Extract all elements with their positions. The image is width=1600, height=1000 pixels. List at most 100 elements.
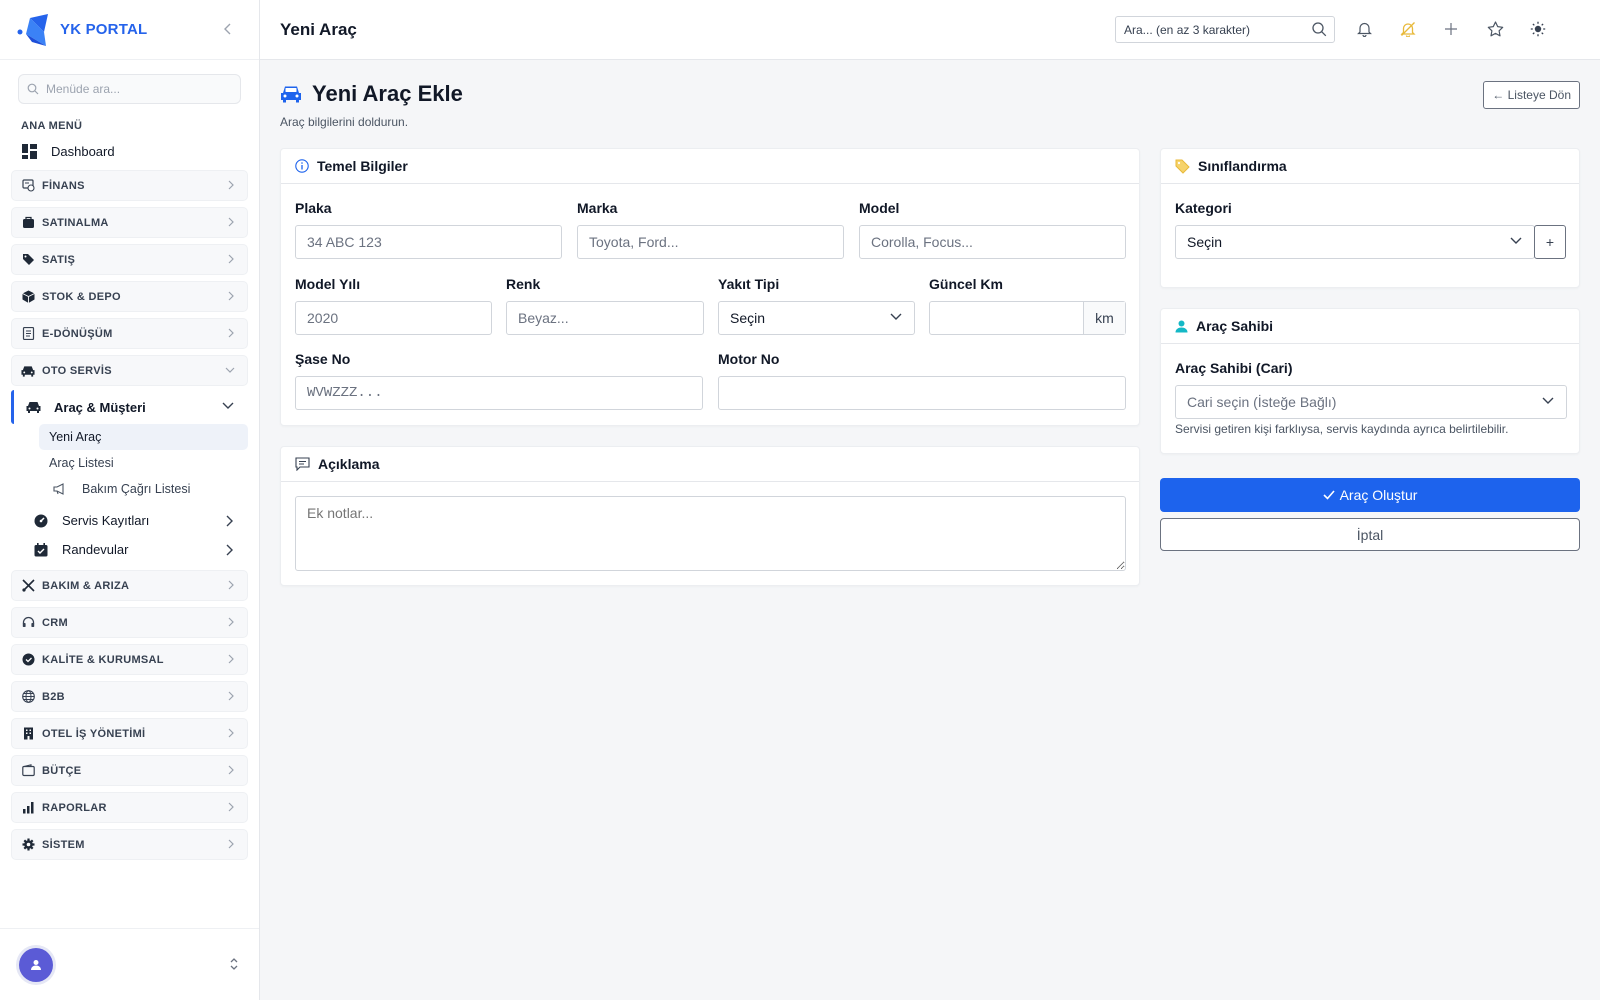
plaka-label: Plaka xyxy=(295,200,332,216)
sidebar-group-bütçe[interactable]: BÜTÇE xyxy=(11,755,248,786)
sidebar-collapse-button[interactable] xyxy=(219,20,237,38)
marka-input[interactable]: Toyota, Ford... xyxy=(577,225,844,259)
sidebar-item-label: Servis Kayıtları xyxy=(62,513,150,528)
sidebar-group-label: B2B xyxy=(42,690,65,703)
create-vehicle-label: Araç Oluştur xyxy=(1339,487,1418,503)
sidebar-group-kali-te-kurumsal[interactable]: KALİTE & KURUMSAL xyxy=(11,644,248,675)
sidebar-group-satiş[interactable]: SATIŞ xyxy=(11,244,248,275)
arac-sahibi-select[interactable]: Cari seçin (İsteğe Bağlı) xyxy=(1175,385,1567,419)
chevron-down-icon xyxy=(1510,237,1522,244)
content: Yeni Araç Ekle ← Listeye Dön Araç bilgil… xyxy=(260,60,1600,1000)
sidebar-item-label: Araç & Müşteri xyxy=(54,399,146,415)
sidebar-group-label: FİNANS xyxy=(42,179,85,192)
info-icon xyxy=(295,159,309,173)
plus-icon[interactable] xyxy=(1441,19,1461,39)
chevron-right-icon xyxy=(228,765,235,778)
sidebar-group-otel-i-ş-yöneti-mi-[interactable]: OTEL İŞ YÖNETİMİ xyxy=(11,718,248,749)
sidebar-group-label: SATINALMA xyxy=(42,216,109,229)
chevron-down-icon xyxy=(222,402,234,409)
model-input[interactable]: Corolla, Focus... xyxy=(859,225,1126,259)
sidebar-group-e-dönüşüm[interactable]: E-DÖNÜŞÜM xyxy=(11,318,248,349)
bell-icon[interactable] xyxy=(1354,19,1374,39)
renk-placeholder: Beyaz... xyxy=(518,310,569,326)
marka-placeholder: Toyota, Ford... xyxy=(589,234,679,250)
sidebar-item-label: Araç Listesi xyxy=(49,456,114,470)
chevron-right-icon xyxy=(228,580,235,593)
sidebar-group-fi-nans[interactable]: FİNANS xyxy=(11,170,248,201)
sidebar-group-stok-depo[interactable]: STOK & DEPO xyxy=(11,281,248,312)
sidebar-item-servis-kayitlari[interactable]: Servis Kayıtları xyxy=(11,506,248,535)
sidebar-group-label: KALİTE & KURUMSAL xyxy=(42,653,164,666)
sidebar-item-arac-musteri[interactable]: Araç & Müşteri xyxy=(11,390,248,424)
sidebar-item-yeni-arac[interactable]: Yeni Araç xyxy=(39,424,248,450)
model-placeholder: Corolla, Focus... xyxy=(871,234,973,250)
card-header: Açıklama xyxy=(281,447,1139,482)
yakit-value: Seçin xyxy=(730,310,766,326)
renk-input[interactable]: Beyaz... xyxy=(506,301,704,335)
sidebar-item-label: Yeni Araç xyxy=(49,430,102,444)
siniflandirma-card: Sınıflandırma Kategori Seçin + xyxy=(1160,148,1580,288)
global-search-input[interactable]: Ara... (en az 3 karakter) xyxy=(1115,16,1335,43)
cancel-button[interactable]: İptal xyxy=(1160,518,1580,551)
car-icon xyxy=(26,402,41,413)
wallet-icon xyxy=(21,764,35,778)
chevron-right-icon xyxy=(226,544,233,556)
sidebar-item-label: Randevular xyxy=(62,542,129,557)
sase-label: Şase No xyxy=(295,351,351,367)
sidebar-item-arac-listesi[interactable]: Araç Listesi xyxy=(39,450,248,476)
dashboard-icon xyxy=(22,143,37,159)
km-input[interactable]: km xyxy=(929,301,1126,335)
yakit-select[interactable]: Seçin xyxy=(718,301,915,335)
chevron-right-icon xyxy=(228,328,235,341)
kategori-select[interactable]: Seçin xyxy=(1175,225,1535,259)
menu-search-input[interactable]: Menüde ara... xyxy=(18,74,241,104)
sidebar-group-satinalma[interactable]: SATINALMA xyxy=(11,207,248,238)
sidebar-group-si-stem[interactable]: SİSTEM xyxy=(11,829,248,860)
badge-icon xyxy=(21,653,35,667)
bell-off-icon[interactable] xyxy=(1398,19,1418,39)
topbar: Yeni Araç Ara... (en az 3 karakter) xyxy=(260,0,1600,60)
add-kategori-button[interactable]: + xyxy=(1534,225,1566,259)
sidebar-group-label: BÜTÇE xyxy=(42,764,82,777)
sidebar-item-dashboard[interactable]: Dashboard xyxy=(12,138,247,164)
sidebar-item-randevular[interactable]: Randevular xyxy=(11,535,248,564)
sun-icon[interactable] xyxy=(1528,19,1548,39)
sidebar-group-raporlar[interactable]: RAPORLAR xyxy=(11,792,248,823)
search-icon[interactable] xyxy=(1312,22,1327,37)
kategori-label: Kategori xyxy=(1175,200,1232,216)
sidebar-group-oto-servi-s[interactable]: OTO SERVİS xyxy=(11,355,248,386)
car-icon xyxy=(21,364,35,378)
sidebar-group-crm[interactable]: CRM xyxy=(11,607,248,638)
sidebar-group-label: SATIŞ xyxy=(42,253,76,266)
sidebar-group-b2b[interactable]: B2B xyxy=(11,681,248,712)
model-yili-input[interactable]: 2020 xyxy=(295,301,492,335)
avatar[interactable] xyxy=(19,947,53,982)
sidebar-item-bakim-cagri[interactable]: Bakım Çağrı Listesi xyxy=(39,476,248,502)
create-vehicle-button[interactable]: Araç Oluştur xyxy=(1160,478,1580,512)
marka-label: Marka xyxy=(577,200,618,216)
chevron-right-icon xyxy=(228,180,235,193)
model-label: Model xyxy=(859,200,900,216)
chevron-right-icon xyxy=(228,728,235,741)
kategori-value: Seçin xyxy=(1187,234,1223,250)
tag-icon xyxy=(1175,159,1190,174)
aciklama-textarea[interactable] xyxy=(295,496,1126,571)
temel-bilgiler-card: Temel Bilgiler Plaka 34 ABC 123 Marka To… xyxy=(280,148,1140,426)
main: Yeni Araç Ara... (en az 3 karakter) Yeni… xyxy=(260,0,1600,1000)
plaka-input[interactable]: 34 ABC 123 xyxy=(295,225,562,259)
chevron-right-icon xyxy=(228,802,235,815)
brand-name: YK PORTAL xyxy=(60,21,148,38)
card-title: Temel Bilgiler xyxy=(317,158,408,174)
sidebar-group-bakim-ariza[interactable]: BAKIM & ARIZA xyxy=(11,570,248,601)
km-suffix: km xyxy=(1083,302,1125,334)
sidebar-group-label: OTEL İŞ YÖNETİMİ xyxy=(42,727,146,740)
star-icon[interactable] xyxy=(1485,19,1505,39)
back-to-list-button[interactable]: ← Listeye Dön xyxy=(1483,81,1580,109)
sidebar-group-label: CRM xyxy=(42,616,68,629)
sidebar-item-label: Bakım Çağrı Listesi xyxy=(82,482,191,496)
chevron-updown-icon[interactable] xyxy=(229,957,239,971)
motor-input[interactable] xyxy=(718,376,1126,410)
chevron-right-icon xyxy=(228,291,235,304)
building-icon xyxy=(21,727,35,741)
sase-input[interactable]: WVWZZZ... xyxy=(295,376,703,410)
